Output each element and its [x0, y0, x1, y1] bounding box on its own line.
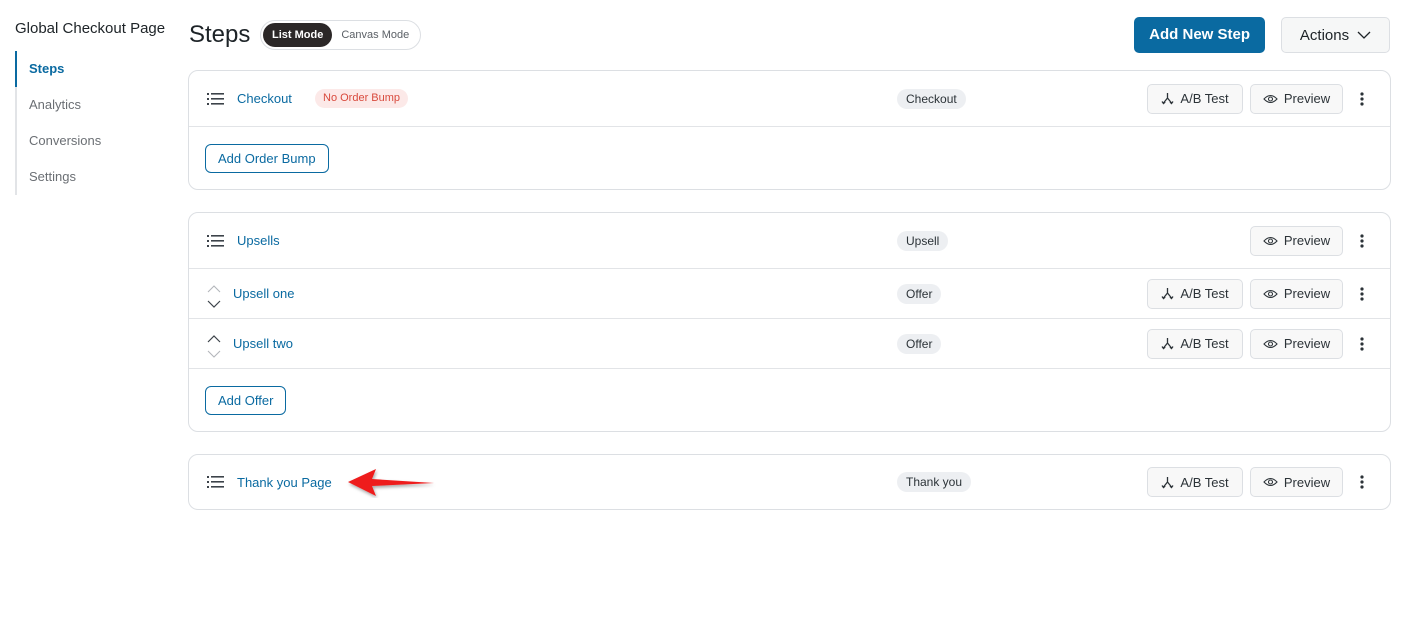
offer-name-link[interactable]: Upsell one [233, 286, 294, 301]
sidebar-item-conversions[interactable]: Conversions [15, 123, 175, 159]
ab-test-label: A/B Test [1180, 286, 1229, 301]
preview-label: Preview [1283, 336, 1331, 351]
step-row: Checkout No Order Bump Checkout A/B Test… [189, 71, 1390, 127]
funnel-title: Global Checkout Page [15, 20, 166, 37]
page-title: Steps [189, 21, 251, 48]
preview-label: Preview [1283, 286, 1331, 301]
more-options-button[interactable] [1355, 472, 1369, 492]
step-group-footer: Add Offer [189, 369, 1390, 431]
reorder-controls [206, 331, 222, 358]
split-arrows-icon [1161, 338, 1174, 350]
drag-handle-icon[interactable] [207, 92, 224, 106]
kebab-menu-icon [1360, 233, 1364, 248]
step-name-link[interactable]: Upsells [237, 233, 280, 248]
sidebar-nav: Steps Analytics Conversions Settings [15, 51, 175, 195]
ab-test-label: A/B Test [1180, 474, 1229, 490]
more-options-button[interactable] [1355, 231, 1369, 251]
move-down-icon[interactable] [206, 346, 222, 358]
sidebar-item-settings[interactable]: Settings [15, 159, 175, 195]
list-mode-button[interactable]: List Mode [263, 23, 333, 47]
view-mode-toggle: List Mode Canvas Mode [260, 20, 422, 50]
eye-icon [1263, 477, 1278, 487]
split-arrows-icon [1161, 288, 1174, 300]
split-arrows-icon [1161, 476, 1174, 488]
more-options-button[interactable] [1355, 89, 1369, 109]
preview-button[interactable]: Preview [1250, 328, 1343, 359]
more-options-button[interactable] [1355, 284, 1369, 304]
ab-test-button[interactable]: A/B Test [1147, 278, 1243, 309]
reorder-controls [206, 281, 222, 308]
eye-icon [1263, 94, 1278, 103]
kebab-menu-icon [1360, 286, 1364, 301]
preview-button[interactable]: Preview [1250, 467, 1343, 497]
eye-icon [1263, 289, 1278, 298]
more-options-button[interactable] [1355, 334, 1369, 354]
sidebar-item-analytics[interactable]: Analytics [15, 87, 175, 123]
ab-test-button[interactable]: A/B Test [1147, 467, 1243, 497]
eye-icon [1263, 236, 1278, 245]
ab-test-label: A/B Test [1180, 336, 1229, 351]
sidebar: Global Checkout Page Steps Analytics Con… [15, 20, 175, 195]
eye-icon [1263, 339, 1278, 348]
drag-handle-icon[interactable] [207, 475, 224, 489]
step-group-upsells: Upsells Upsell Preview Upsell one Offer … [188, 212, 1391, 432]
actions-label: Actions [1299, 26, 1350, 44]
ab-test-button[interactable]: A/B Test [1147, 83, 1243, 114]
page-header: Steps List Mode Canvas Mode Add New Step… [189, 17, 1390, 53]
offer-row: Upsell one Offer A/B Test Preview [189, 269, 1390, 319]
no-order-bump-badge: No Order Bump [315, 89, 409, 108]
preview-label: Preview [1283, 91, 1331, 106]
preview-button[interactable]: Preview [1250, 83, 1343, 114]
ab-test-label: A/B Test [1180, 91, 1229, 106]
step-group-checkout: Checkout No Order Bump Checkout A/B Test… [188, 70, 1391, 190]
kebab-menu-icon [1360, 475, 1364, 489]
add-new-step-button[interactable]: Add New Step [1134, 17, 1265, 53]
preview-button[interactable]: Preview [1250, 225, 1343, 256]
offer-row: Upsell two Offer A/B Test Preview [189, 319, 1390, 369]
actions-dropdown-button[interactable]: Actions [1281, 17, 1390, 53]
annotation-arrow-icon [348, 469, 434, 496]
step-group-footer: Add Order Bump [189, 127, 1390, 189]
preview-label: Preview [1283, 233, 1331, 248]
step-type-badge: Checkout [897, 88, 966, 109]
preview-button[interactable]: Preview [1250, 278, 1343, 309]
kebab-menu-icon [1360, 91, 1364, 106]
add-offer-button[interactable]: Add Offer [205, 385, 287, 415]
step-type-badge: Thank you [897, 472, 972, 492]
move-up-icon[interactable] [206, 281, 222, 292]
ab-test-button[interactable]: A/B Test [1147, 328, 1243, 359]
step-type-badge: Upsell [897, 230, 949, 251]
chevron-down-icon [1357, 31, 1371, 39]
drag-handle-icon[interactable] [207, 234, 224, 248]
step-row: Upsells Upsell Preview [189, 213, 1390, 269]
sidebar-item-steps[interactable]: Steps [15, 51, 175, 87]
move-down-icon[interactable] [206, 296, 222, 308]
step-name-link[interactable]: Checkout [237, 91, 292, 106]
step-name-link[interactable]: Thank you Page [237, 475, 332, 490]
split-arrows-icon [1161, 93, 1174, 105]
preview-label: Preview [1283, 474, 1331, 490]
step-type-badge: Offer [897, 333, 942, 354]
canvas-mode-button[interactable]: Canvas Mode [332, 23, 418, 47]
kebab-menu-icon [1360, 336, 1364, 351]
move-up-icon[interactable] [206, 331, 222, 342]
add-order-bump-button[interactable]: Add Order Bump [205, 143, 329, 173]
step-type-badge: Offer [897, 283, 942, 304]
offer-name-link[interactable]: Upsell two [233, 336, 293, 351]
